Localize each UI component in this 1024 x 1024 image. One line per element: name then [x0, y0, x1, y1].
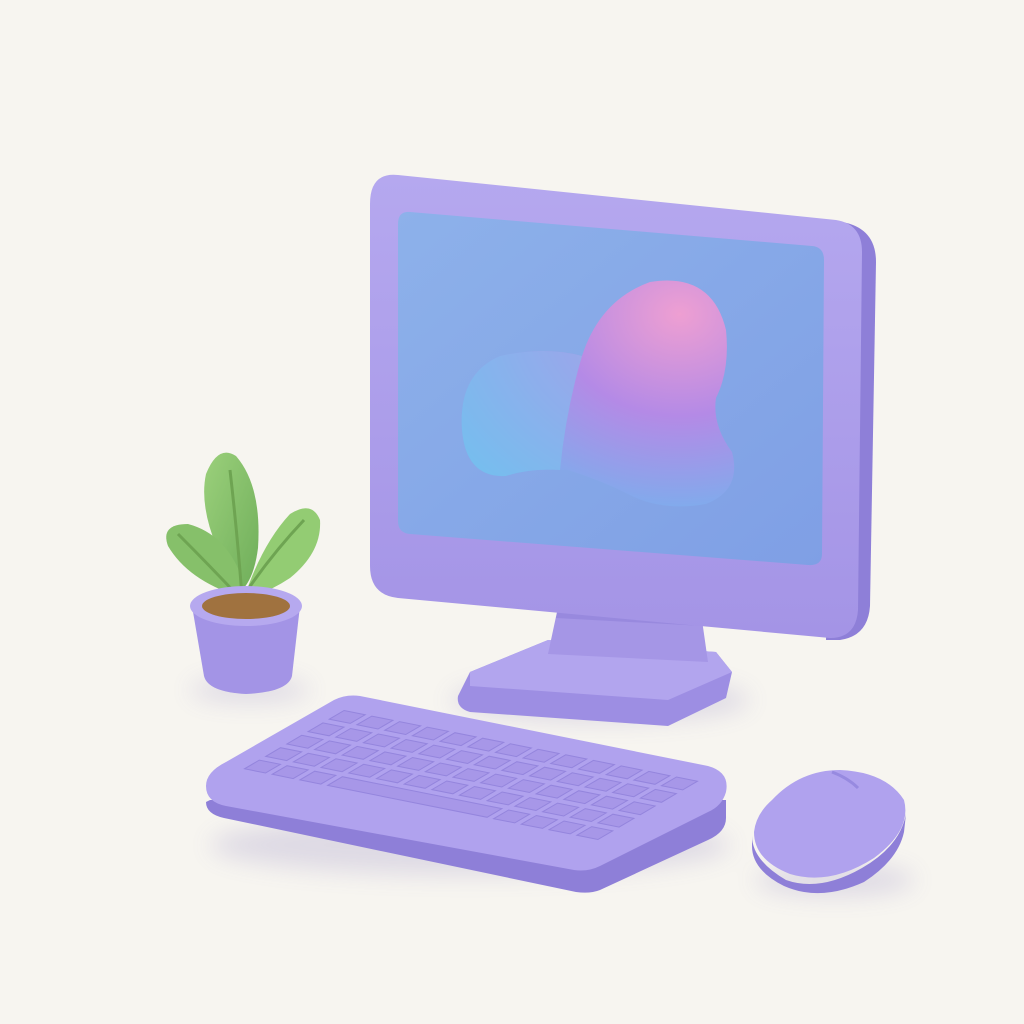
monitor — [370, 174, 876, 726]
plant-soil — [202, 593, 290, 619]
desk-setup-illustration — [166, 174, 915, 896]
potted-plant — [166, 452, 321, 694]
